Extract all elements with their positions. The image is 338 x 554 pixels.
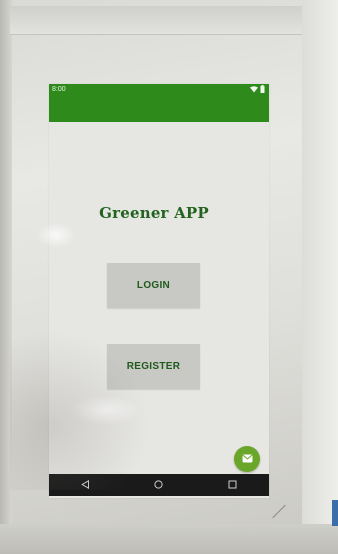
status-time: 8:00 [52, 86, 66, 93]
status-bar: 8:00 [49, 84, 269, 122]
screen-corner-mark [272, 504, 286, 519]
nav-back-button[interactable] [66, 474, 106, 496]
device-bezel-top [10, 6, 338, 35]
device-bezel-right [302, 0, 338, 554]
phone-screen: 8:00 Greener APP LOGIN REGISTER [49, 84, 269, 498]
nav-home-button[interactable] [139, 474, 179, 496]
device-bezel-left [0, 0, 12, 554]
message-icon [241, 450, 253, 468]
floating-action-button[interactable] [234, 446, 260, 472]
nav-recents-button[interactable] [212, 474, 252, 496]
wifi-icon [250, 85, 258, 93]
battery-icon [260, 85, 265, 93]
app-title: Greener APP [99, 204, 209, 222]
login-button[interactable]: LOGIN [107, 263, 200, 308]
back-triangle-icon [81, 476, 90, 494]
device-edge-accent [332, 500, 338, 526]
photo-frame: 8:00 Greener APP LOGIN REGISTER [0, 0, 338, 554]
status-icons [250, 85, 265, 93]
device-bezel-bottom [0, 524, 338, 554]
home-circle-icon [154, 476, 164, 494]
recents-square-icon [228, 476, 237, 494]
register-button[interactable]: REGISTER [107, 344, 200, 389]
navigation-bar [49, 474, 269, 496]
